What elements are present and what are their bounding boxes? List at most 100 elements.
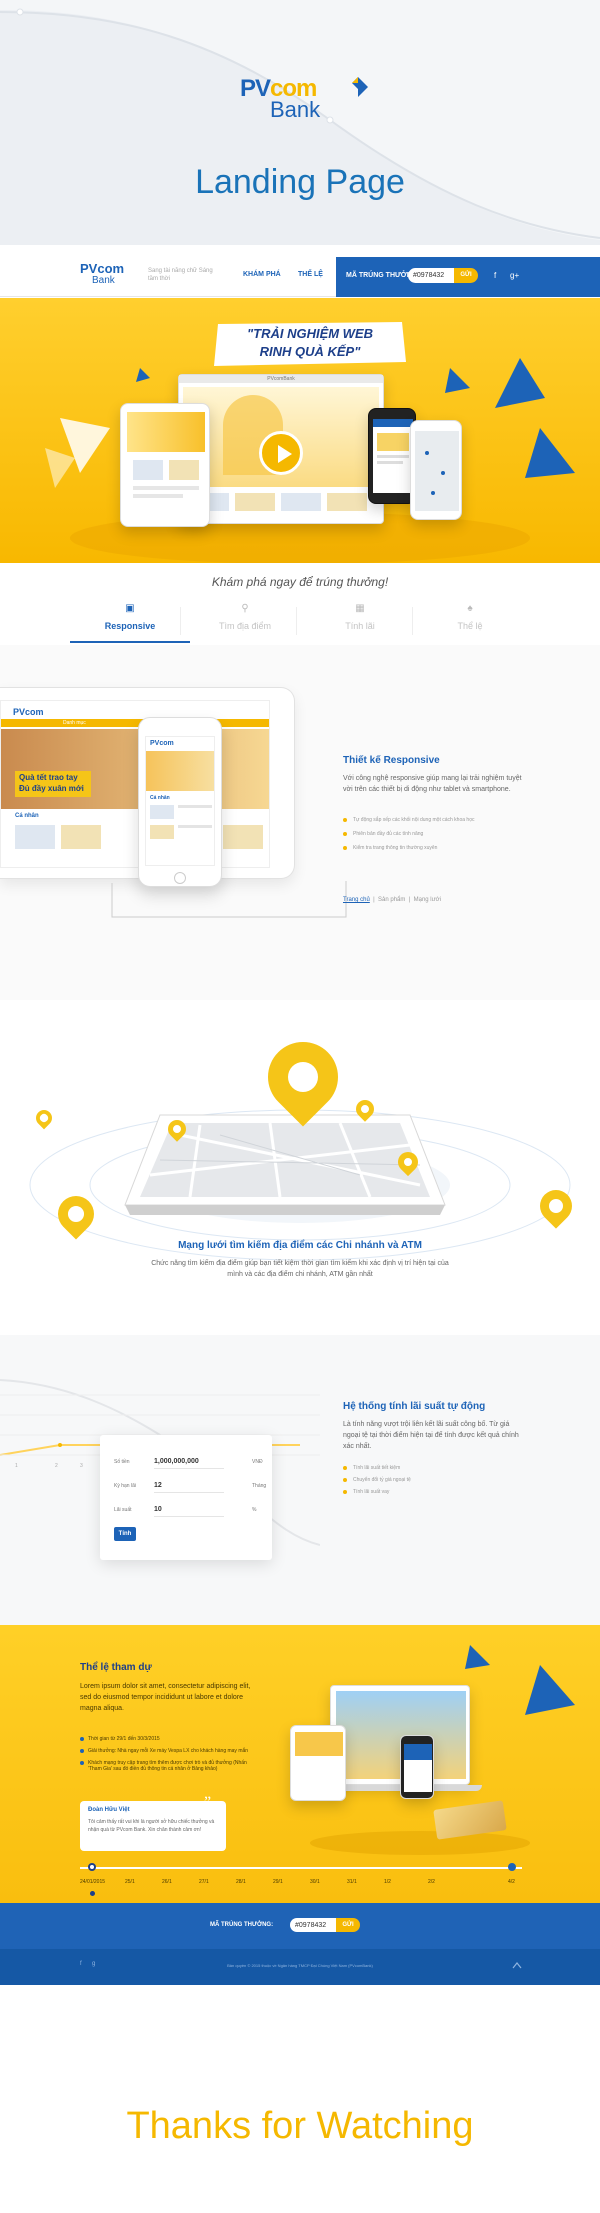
crumb-home[interactable]: Trang chủ xyxy=(343,897,370,903)
code-input[interactable] xyxy=(408,268,454,283)
top-nav: PVcom Bank Sang tài năng chữ Sáng tầm thờ… xyxy=(0,257,600,297)
page-title: Landing Page xyxy=(195,163,405,201)
tab-tim-dia-diem[interactable]: ⚲ Tìm địa điểm xyxy=(185,603,305,643)
tab-tinh-lai[interactable]: ▦ Tính lãi xyxy=(300,603,420,643)
calc-row-term: Kỳ hạn lãi Tháng xyxy=(114,1479,266,1495)
play-video-button[interactable] xyxy=(259,431,303,475)
responsive-bullet: Kiểm tra trang thông tin thường xuyên xyxy=(343,845,437,851)
timeline-date[interactable]: 2/2 xyxy=(428,1879,435,1885)
nav-item-the-le[interactable]: THỂ LỆ xyxy=(298,271,323,278)
rate-input[interactable] xyxy=(154,1503,224,1517)
nav-logo[interactable]: PVcom Bank xyxy=(80,262,124,287)
timeline-current-dot[interactable] xyxy=(88,1863,96,1871)
calc-row-amount: Số tiền VNĐ xyxy=(114,1455,264,1471)
footer-code-submit-button[interactable]: GỬI xyxy=(336,1918,360,1932)
axis-tick: 1 xyxy=(15,1463,18,1469)
footer-code-bar: MÃ TRÚNG THƯỞNG: GỬI xyxy=(0,1903,600,1949)
crumb-network[interactable]: Mạng lưới xyxy=(414,897,441,903)
timeline-date[interactable]: 29/1 xyxy=(273,1879,283,1885)
svg-text:”: ” xyxy=(204,1795,211,1807)
hero-slogan-line1: "TRẢI NGHIỆM WEB xyxy=(246,326,374,341)
tab-responsive[interactable]: ▣ Responsive xyxy=(70,603,190,643)
timeline-date[interactable]: 25/1 xyxy=(125,1879,135,1885)
axis-tick: 2 xyxy=(55,1463,58,1469)
nav-item-kham-pha[interactable]: KHÁM PHÁ xyxy=(243,271,281,278)
responsive-bullet: Tự động sắp xếp các khối nội dung một cá… xyxy=(343,817,474,823)
responsive-text: Với công nghệ responsive giúp mang lại t… xyxy=(343,775,522,793)
winner-testimonial: Đoàn Hữu Việt Tôi cảm thấy rất vui khi l… xyxy=(80,1795,226,1851)
interest-bullet: Tính lãi suất vay xyxy=(343,1489,389,1495)
pvcombank-logo: PVcom Bank xyxy=(240,75,380,135)
timeline-date[interactable]: 31/1 xyxy=(347,1879,357,1885)
timeline-date[interactable]: 1/2 xyxy=(384,1879,391,1885)
scroll-top-icon[interactable] xyxy=(512,1961,522,1969)
participation-title: Thể lệ tham dự xyxy=(80,1662,152,1673)
amount-input[interactable] xyxy=(154,1455,224,1469)
map-phone-device xyxy=(410,420,462,520)
smartphone-device xyxy=(368,408,416,504)
timeline-end-dot[interactable] xyxy=(508,1863,516,1871)
tablet-screen xyxy=(127,412,205,518)
thanks-heading: Thanks for Watching xyxy=(126,2105,474,2147)
responsive-title: Thiết kế Responsive xyxy=(343,755,440,766)
quote-icon: ” xyxy=(204,1795,211,1807)
calculator-icon: ▦ xyxy=(355,603,365,614)
participation-section: Thể lệ tham dự Lorem ipsum dolor sit ame… xyxy=(0,1625,600,1903)
location-pin-icon: ⚲ xyxy=(241,603,249,614)
tablet-device xyxy=(120,403,210,527)
timeline-bar xyxy=(80,1867,522,1869)
crumb-products[interactable]: Sản phẩm xyxy=(378,897,405,903)
interest-text: Là tính năng vượt trội liên kết lãi suất… xyxy=(343,1421,519,1450)
timeline-marker-icon xyxy=(90,1891,95,1896)
participation-bullet: Thời gian từ 29/1 đến 30/3/2015 xyxy=(80,1736,260,1742)
logo-mark-icon xyxy=(352,77,368,97)
timeline-date[interactable]: 26/1 xyxy=(162,1879,172,1885)
timeline-date[interactable]: 24/01/2015 xyxy=(80,1879,105,1885)
participation-bullet: Giải thưởng: Nhà ngay mỗi Xe máy Vespa L… xyxy=(80,1748,260,1754)
tablet-small-device xyxy=(290,1725,346,1801)
axis-tick: 3 xyxy=(80,1463,83,1469)
map-section: Mạng lưới tìm kiếm địa điểm các Chi nhán… xyxy=(0,1000,600,1335)
participation-text: Lorem ipsum dolor sit amet, consectetur … xyxy=(80,1683,251,1712)
phone-small-device xyxy=(400,1735,434,1799)
monitor-screen xyxy=(183,387,379,517)
responsive-bullet: Phiên bản đầy đủ các tính năng xyxy=(343,831,423,837)
footer-bottom: f g Bản quyền © 2015 thuộc về Ngân hàng … xyxy=(0,1949,600,1985)
nav-slogan: Sang tài năng chữ Sáng tầm thời xyxy=(148,268,213,282)
timeline-date[interactable]: 4/2 xyxy=(508,1879,515,1885)
timeline-date[interactable]: 28/1 xyxy=(236,1879,246,1885)
interest-bullet: Tính lãi suất tiết kiệm xyxy=(343,1465,400,1471)
calc-row-rate: Lãi suất % xyxy=(114,1503,264,1519)
facebook-icon[interactable]: f xyxy=(494,271,496,280)
responsive-section: PVcom Danh mục Quà tết trao tay Đủ đầy x… xyxy=(0,645,600,1000)
hero-slogan: "TRẢI NGHIỆM WEB RINH QUÀ KẾP" xyxy=(210,322,410,366)
phone-screen xyxy=(373,419,413,493)
nav-code-area: MÃ TRÚNG THƯỞNG: GỬI f g+ xyxy=(336,257,600,297)
interest-section: 1 2 3 Hệ thống tính lãi suất tự động Là … xyxy=(0,1335,600,1625)
footer-code-input[interactable] xyxy=(290,1918,336,1932)
map-text: Chức năng tìm kiếm địa điểm giúp bạn tiế… xyxy=(151,1260,449,1278)
code-submit-button[interactable]: GỬI xyxy=(454,268,478,283)
calculate-button[interactable]: Tính xyxy=(114,1527,136,1541)
breadcrumb: Trang chủ | Sản phẩm | Mạng lưới xyxy=(343,897,441,903)
discover-heading: Khám phá ngay để trúng thưởng! xyxy=(211,575,389,589)
phone-mockup: PVcom Cá nhân xyxy=(138,717,222,887)
google-plus-icon[interactable]: g+ xyxy=(510,271,519,280)
term-input[interactable] xyxy=(154,1479,224,1493)
tab-the-le[interactable]: ♠ Thể lệ xyxy=(410,603,530,643)
map-title: Mạng lưới tìm kiếm địa điểm các Chi nhán… xyxy=(178,1240,422,1251)
laptop-icon: ▣ xyxy=(125,603,135,614)
winner-name: Đoàn Hữu Việt xyxy=(88,1807,130,1813)
interest-calculator: Số tiền VNĐ Kỳ hạn lãi Tháng Lãi suất % … xyxy=(100,1435,272,1560)
connector-line xyxy=(111,881,347,918)
map-phone-screen xyxy=(415,431,459,511)
interest-title: Hệ thống tính lãi suất tự động xyxy=(343,1401,486,1412)
hero-slogan-line2: RINH QUÀ KẾP" xyxy=(259,344,361,359)
copyright: Bản quyền © 2015 thuộc về Ngân hàng TMCP… xyxy=(227,1963,373,1968)
timeline-date[interactable]: 27/1 xyxy=(199,1879,209,1885)
winner-quote: Tôi cảm thấy rất vui khi là người sở hữu… xyxy=(88,1819,215,1833)
timeline-date[interactable]: 30/1 xyxy=(310,1879,320,1885)
cover-section: PVcom Bank Landing Page xyxy=(0,0,600,245)
participation-bullet: Khách mạng truy cập trang tìm thêm được … xyxy=(80,1760,260,1772)
interest-bullet: Chuyển đổi tỷ giá ngoại tệ xyxy=(343,1477,411,1483)
